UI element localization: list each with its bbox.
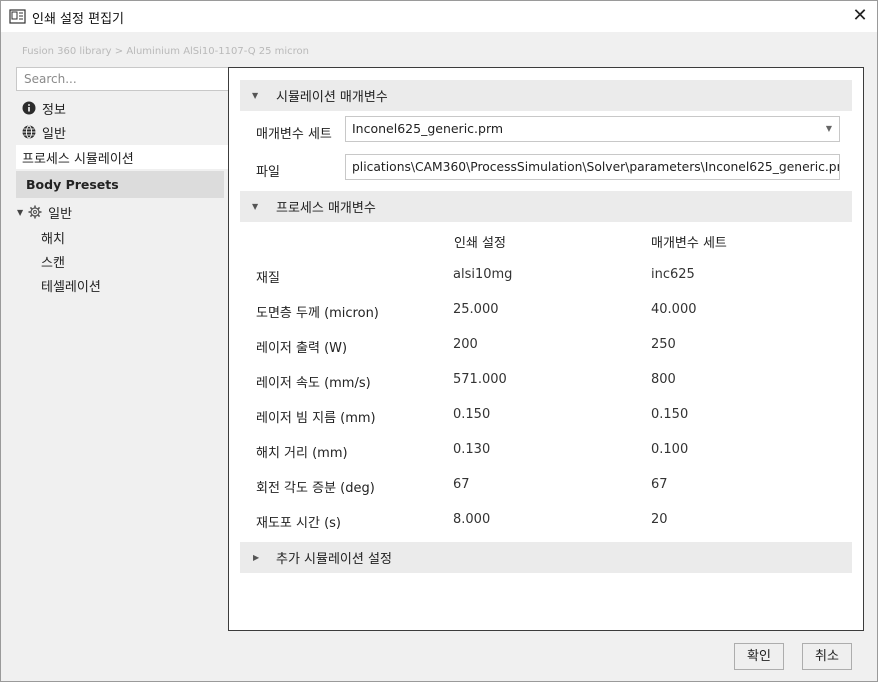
tree-item-tessellation[interactable]: 테셀레이션 [41, 276, 101, 295]
row-label-recoat-time: 재도포 시간 (s) [256, 516, 341, 531]
row-param-value: 0.150 [651, 407, 689, 422]
row-print-value: alsi10mg [453, 267, 513, 282]
info-icon [22, 101, 36, 115]
row-print-value: 67 [453, 477, 470, 492]
param-set-dropdown[interactable]: Inconel625_generic.prm ▼ [345, 116, 840, 142]
file-path-field[interactable]: plications\CAM360\ProcessSimulation\Solv… [345, 154, 840, 180]
param-set-label: 매개변수 세트 [256, 127, 332, 142]
title-bar: 인쇄 설정 편집기 ✕ [1, 1, 877, 32]
tree-expand-arrow-icon[interactable]: ▼ [17, 208, 23, 217]
print-settings-app-icon [9, 9, 26, 24]
row-param-value: 20 [651, 512, 668, 527]
breadcrumb: Fusion 360 library > Aluminium AlSi10-11… [22, 46, 310, 57]
row-param-value: 800 [651, 372, 676, 387]
expand-arrow-icon: ▶ [253, 553, 260, 562]
ok-button[interactable]: 확인 [734, 643, 784, 670]
section-title: 추가 시뮬레이션 설정 [276, 552, 392, 567]
section-additional-settings[interactable]: ▶ 추가 시뮬레이션 설정 [240, 542, 852, 573]
sidebar-item-general[interactable]: 일반 [16, 120, 66, 144]
column-header-param-set: 매개변수 세트 [651, 236, 727, 251]
row-param-value: 250 [651, 337, 676, 352]
window-title: 인쇄 설정 편집기 [32, 12, 124, 27]
sidebar-item-label: 일반 [42, 126, 66, 142]
row-print-value: 25.000 [453, 302, 499, 317]
sidebar-item-process-simulation[interactable]: 프로세스 시뮬레이션 [16, 145, 228, 169]
globe-icon [22, 125, 36, 139]
gear-icon [28, 205, 42, 219]
sidebar-group-label: Body Presets [26, 177, 119, 192]
search-input[interactable] [16, 67, 229, 91]
row-param-value: inc625 [651, 267, 695, 282]
row-param-value: 40.000 [651, 302, 697, 317]
row-param-value: 67 [651, 477, 668, 492]
tree-item-hatch[interactable]: 해치 [41, 228, 65, 247]
collapse-arrow-icon: ▼ [252, 91, 259, 100]
row-print-value: 8.000 [453, 512, 491, 527]
chevron-down-icon: ▼ [825, 124, 832, 133]
row-label-beam-diameter: 레이저 빔 지름 (mm) [256, 411, 376, 426]
column-header-print-settings: 인쇄 설정 [454, 236, 506, 251]
section-simulation-params[interactable]: ▼ 시뮬레이션 매개변수 [240, 80, 852, 111]
row-label-material: 재질 [256, 271, 280, 286]
row-print-value: 0.130 [453, 442, 491, 457]
section-title: 프로세스 매개변수 [276, 201, 376, 216]
param-set-value: Inconel625_generic.prm [352, 121, 504, 136]
row-print-value: 0.150 [453, 407, 491, 422]
section-process-params[interactable]: ▼ 프로세스 매개변수 [240, 191, 852, 222]
row-param-value: 0.100 [651, 442, 689, 457]
collapse-arrow-icon: ▼ [252, 202, 259, 211]
sidebar-item-label: 정보 [42, 102, 66, 118]
print-settings-editor-window: 인쇄 설정 편집기 ✕ Fusion 360 library > Alumini… [0, 0, 878, 682]
sidebar-group-body-presets[interactable]: Body Presets [16, 171, 224, 198]
row-print-value: 200 [453, 337, 478, 352]
process-simulation-panel: ▼ 시뮬레이션 매개변수 매개변수 세트 Inconel625_generic.… [228, 67, 864, 631]
row-label-laser-speed: 레이저 속도 (mm/s) [256, 376, 371, 391]
sidebar-item-info[interactable]: 정보 [16, 96, 66, 120]
file-label: 파일 [256, 165, 280, 180]
cancel-button[interactable]: 취소 [802, 643, 852, 670]
section-title: 시뮬레이션 매개변수 [276, 90, 388, 105]
sidebar-tree-general[interactable]: ▼ 일반 [15, 200, 72, 224]
row-label-hatch-distance: 해치 거리 (mm) [256, 446, 348, 461]
row-label-laser-power: 레이저 출력 (W) [256, 341, 348, 356]
sidebar-item-label: 프로세스 시뮬레이션 [22, 151, 134, 167]
row-print-value: 571.000 [453, 372, 507, 387]
row-label-rotation-increment: 회전 각도 증분 (deg) [256, 481, 375, 496]
close-icon[interactable]: ✕ [847, 4, 873, 28]
row-label-layer-thickness: 도면층 두께 (micron) [256, 306, 379, 321]
sidebar-item-label: 일반 [48, 206, 73, 222]
tree-item-scan[interactable]: 스캔 [41, 252, 65, 271]
